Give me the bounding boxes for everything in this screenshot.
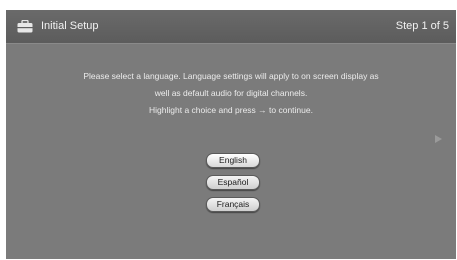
language-list: English Español Français: [206, 153, 260, 219]
instructions-line: Highlight a choice and press → to contin…: [149, 105, 313, 115]
instructions-line: well as default audio for digital channe…: [154, 88, 308, 98]
toolbox-icon: [17, 19, 33, 33]
language-option-espanol[interactable]: Español: [206, 175, 260, 190]
instructions-line: Please select a language. Language setti…: [83, 71, 379, 81]
setup-screen: Initial Setup Step 1 of 5 Please select …: [6, 10, 456, 259]
language-option-francais[interactable]: Français: [206, 197, 260, 212]
instructions-text: Please select a language. Language setti…: [6, 68, 456, 119]
page-title: Initial Setup: [41, 20, 99, 32]
step-indicator: Step 1 of 5: [395, 20, 449, 32]
header-bar: Initial Setup Step 1 of 5: [6, 10, 456, 44]
language-option-english[interactable]: English: [206, 153, 260, 168]
play-arrow-icon[interactable]: [434, 130, 442, 143]
